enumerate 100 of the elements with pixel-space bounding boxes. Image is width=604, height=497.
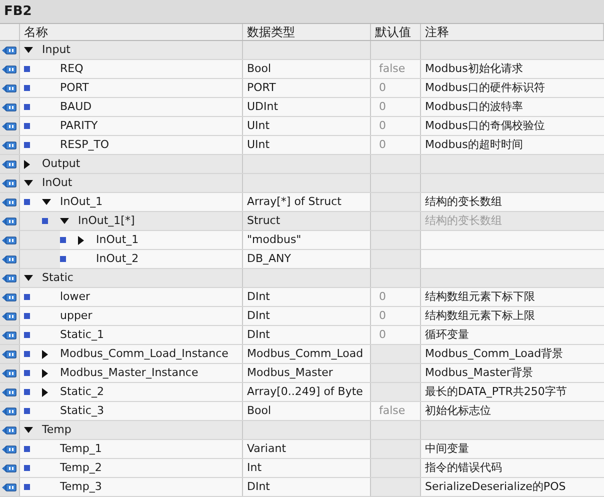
- interface-icon[interactable]: [2, 216, 17, 226]
- interface-icon[interactable]: [2, 482, 17, 492]
- interface-icon[interactable]: [2, 464, 17, 472]
- comment-cell-text: Modbus_Master背景: [424, 365, 534, 381]
- interface-icon[interactable]: [2, 444, 17, 454]
- caret-down-icon[interactable]: [24, 47, 33, 53]
- comment-cell-text: 循环变量: [424, 327, 470, 343]
- variable-marker-icon: [24, 351, 30, 357]
- variable-marker-icon: [60, 256, 66, 262]
- variable-name: Static_3: [60, 403, 104, 419]
- variable-marker-icon: [24, 142, 30, 148]
- comment-cell-text: Modbus的超时时间: [424, 137, 524, 153]
- variable-name: Temp_3: [60, 479, 102, 495]
- variable-name: PARITY: [60, 118, 98, 134]
- variable-name: Modbus_Master_Instance: [60, 365, 198, 381]
- interface-icon[interactable]: [2, 254, 17, 264]
- variable-name: InOut_2: [96, 251, 139, 267]
- comment-cell-text: 最长的DATA_PTR共250字节: [424, 384, 568, 400]
- caret-down-icon[interactable]: [60, 218, 69, 224]
- interface-icon[interactable]: [2, 64, 17, 74]
- caret-right-icon[interactable]: [78, 236, 84, 244]
- variable-marker-icon: [24, 66, 30, 72]
- interface-icon[interactable]: [2, 292, 17, 302]
- variable-name: lower: [60, 289, 90, 305]
- caret-down-icon[interactable]: [24, 427, 33, 433]
- section-name: Static: [42, 270, 74, 286]
- comment-cell-text: 指令的错误代码: [424, 460, 503, 476]
- caret-right-icon[interactable]: [42, 350, 48, 358]
- variable-name: Temp_2: [60, 460, 102, 476]
- variable-marker-icon: [24, 332, 30, 338]
- interface-icon[interactable]: [2, 388, 17, 396]
- comment-cell-text: Modbus口的奇偶校验位: [424, 118, 546, 134]
- variable-marker-icon: [24, 294, 30, 300]
- section-name: Temp: [42, 422, 72, 438]
- variable-marker-icon: [42, 218, 48, 224]
- interface-icon[interactable]: [2, 102, 17, 112]
- interface-icon[interactable]: [2, 198, 17, 206]
- variable-name: REQ: [60, 61, 84, 77]
- variable-name: RESP_TO: [60, 137, 110, 153]
- interface-icon[interactable]: [2, 122, 17, 130]
- variable-name: BAUD: [60, 99, 92, 115]
- variable-name: InOut_1[*]: [78, 213, 135, 229]
- column-header[interactable]: 名称: [20, 24, 243, 40]
- comment-cell-text: 结构的变长数组: [424, 213, 503, 229]
- variable-marker-icon: [24, 389, 30, 395]
- variable-name: Temp_1: [60, 441, 102, 457]
- section-name: Output: [42, 156, 80, 172]
- section-name: Input: [42, 42, 70, 58]
- comment-cell-text: Modbus初始化请求: [424, 61, 524, 77]
- interface-icon[interactable]: [2, 406, 17, 416]
- comment-cell-text: 结构数组元素下标下限: [424, 289, 536, 305]
- comment-cell-text: Modbus_Comm_Load背景: [424, 346, 564, 362]
- comment-cell-text: Modbus口的硬件标识符: [424, 80, 546, 96]
- interface-icon[interactable]: [2, 160, 17, 168]
- interface-icon[interactable]: [2, 312, 17, 320]
- variable-marker-icon: [24, 370, 30, 376]
- interface-icon[interactable]: [2, 140, 17, 150]
- caret-right-icon[interactable]: [24, 160, 30, 168]
- variable-name: PORT: [60, 80, 89, 96]
- comment-cell-text: Modbus口的波特率: [424, 99, 524, 115]
- interface-icon[interactable]: [2, 350, 17, 358]
- caret-right-icon[interactable]: [42, 388, 48, 396]
- variable-marker-icon: [24, 104, 30, 110]
- interface-icon[interactable]: [2, 46, 17, 54]
- column-header[interactable]: 注释: [421, 24, 604, 40]
- caret-down-icon[interactable]: [24, 180, 33, 186]
- block-title: FB2: [0, 0, 604, 23]
- variable-name: Modbus_Comm_Load_Instance: [60, 346, 228, 362]
- variable-name: InOut_1: [60, 194, 103, 210]
- variable-marker-icon: [24, 446, 30, 452]
- caret-down-icon[interactable]: [24, 275, 33, 281]
- section-name: InOut: [42, 175, 72, 191]
- variable-name: Static_1: [60, 327, 104, 343]
- interface-icon[interactable]: [2, 84, 17, 92]
- variable-marker-icon: [24, 85, 30, 91]
- interface-icon[interactable]: [2, 426, 17, 434]
- caret-right-icon[interactable]: [42, 368, 48, 378]
- variable-marker-icon: [24, 465, 30, 471]
- caret-down-icon[interactable]: [42, 199, 51, 205]
- variable-name: Static_2: [60, 384, 104, 400]
- comment-cell-text: 中间变量: [424, 441, 470, 457]
- variable-marker-icon: [24, 123, 30, 129]
- variable-marker-icon: [24, 313, 30, 319]
- column-header[interactable]: 数据类型: [243, 24, 371, 40]
- comment-cell-text: 初始化标志位: [424, 403, 492, 419]
- variable-name: InOut_1: [96, 232, 139, 248]
- variable-name: upper: [60, 308, 92, 324]
- interface-icon[interactable]: [2, 178, 17, 188]
- interface-icon[interactable]: [2, 368, 17, 378]
- column-header[interactable]: 默认值: [371, 24, 421, 40]
- comment-cell-text: 结构的变长数组: [424, 194, 503, 210]
- comment-cell-text: SerializeDeserialize的POS: [424, 479, 567, 495]
- interface-icon[interactable]: [2, 274, 17, 282]
- interface-icon[interactable]: [2, 236, 17, 244]
- comment-cell-text: 结构数组元素下标上限: [424, 308, 536, 324]
- variable-marker-icon: [24, 408, 30, 414]
- variable-marker-icon: [24, 199, 30, 205]
- variable-marker-icon: [24, 484, 30, 490]
- interface-icon[interactable]: [2, 330, 17, 340]
- variable-marker-icon: [60, 237, 66, 243]
